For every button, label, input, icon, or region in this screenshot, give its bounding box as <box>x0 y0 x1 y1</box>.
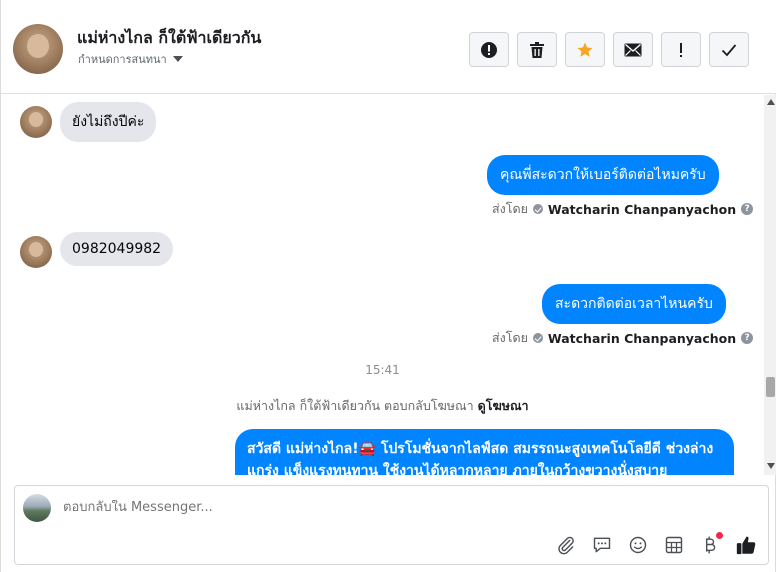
mark-done-button[interactable] <box>709 32 749 67</box>
chevron-down-icon <box>172 56 183 62</box>
outgoing-message: คุณพี่สะดวกให้เบอร์ติดต่อไหมครับ <box>487 155 719 195</box>
message-list[interactable]: ยังไม่ถึงปีค่ะ คุณพี่สะดวกให้เบอร์ติดต่อ… <box>1 95 764 475</box>
scrollbar-thumb[interactable] <box>766 377 775 397</box>
sent-by-info: ส่งโดย Watcharin Chanpanyachon ? <box>492 199 754 219</box>
star-button[interactable] <box>565 32 605 67</box>
delete-button[interactable] <box>517 32 557 67</box>
chat-bubble-icon <box>593 537 611 553</box>
payment-button[interactable] <box>699 532 723 556</box>
sent-by-name: Watcharin Chanpanyachon <box>547 201 737 217</box>
question-icon[interactable]: ? <box>741 203 754 215</box>
incoming-message: ยังไม่ถึงปีค่ะ <box>60 102 157 142</box>
reply-input[interactable] <box>63 500 663 515</box>
paperclip-icon <box>558 536 574 555</box>
incoming-message: 0982049982 <box>60 232 174 266</box>
smiley-icon <box>629 536 647 554</box>
alert-circle-icon <box>481 41 497 58</box>
assign-conversation-dropdown[interactable]: กำหนดการสนทนา <box>78 50 183 68</box>
mark-follow-up-button[interactable] <box>661 32 701 67</box>
thumbs-up-icon <box>736 536 756 555</box>
sent-by-label: ส่งโดย <box>492 201 528 216</box>
verified-icon <box>532 333 543 343</box>
verified-icon <box>532 204 543 214</box>
grid-icon <box>665 536 683 554</box>
envelope-icon <box>624 43 642 56</box>
view-ad-link[interactable]: ดูโฆษณา <box>478 398 529 413</box>
message-timestamp: 15:41 <box>365 363 400 377</box>
catalog-button[interactable] <box>663 534 685 556</box>
composer-toolbar <box>555 532 757 556</box>
ad-reply-text: แม่ห่างไกล ก็ใต้ฟ้าเดียวกัน ตอบกลับโฆษณา <box>236 398 474 413</box>
star-icon <box>577 42 593 57</box>
like-button[interactable] <box>735 534 757 556</box>
check-icon <box>721 43 737 56</box>
sender-avatar[interactable] <box>20 106 52 138</box>
emoji-button[interactable] <box>627 534 649 556</box>
ad-reply-notice: แม่ห่างไกล ก็ใต้ฟ้าเดียวกัน ตอบกลับโฆษณา… <box>1 396 764 416</box>
exclamation-icon <box>680 42 682 57</box>
message-scrollbar[interactable] <box>764 95 776 475</box>
sent-by-name: Watcharin Chanpanyachon <box>547 330 737 346</box>
outgoing-message: สะดวกติดต่อเวลาไหนครับ <box>542 284 726 324</box>
attach-button[interactable] <box>555 534 577 556</box>
assign-conversation-label: กำหนดการสนทนา <box>78 53 167 66</box>
sent-by-label: ส่งโดย <box>492 330 528 345</box>
scroll-down-icon[interactable] <box>767 463 775 469</box>
page-avatar <box>23 494 51 522</box>
reply-composer <box>14 485 769 565</box>
mark-unread-button[interactable] <box>613 32 653 67</box>
question-icon[interactable]: ? <box>741 332 754 344</box>
sender-avatar[interactable] <box>20 236 52 268</box>
saved-replies-button[interactable] <box>591 534 613 556</box>
messenger-window: แม่ห่างไกล ก็ใต้ฟ้าเดียวกัน กำหนดการสนทน… <box>0 0 776 572</box>
notification-dot <box>716 532 723 539</box>
report-spam-button[interactable] <box>469 32 509 67</box>
conversation-actions <box>469 32 749 67</box>
scroll-up-icon[interactable] <box>767 99 775 105</box>
conversation-header: แม่ห่างไกล ก็ใต้ฟ้าเดียวกัน กำหนดการสนทน… <box>1 0 776 94</box>
contact-avatar[interactable] <box>13 24 63 74</box>
trash-icon <box>530 41 544 58</box>
sent-by-info: ส่งโดย Watcharin Chanpanyachon ? <box>492 328 754 348</box>
contact-name[interactable]: แม่ห่างไกล ก็ใต้ฟ้าเดียวกัน <box>77 26 261 51</box>
outgoing-message: สวัสดี แม่ห่างไกล!🚘 โปรโมชั่นจากไลฟ์สด ส… <box>235 429 734 475</box>
